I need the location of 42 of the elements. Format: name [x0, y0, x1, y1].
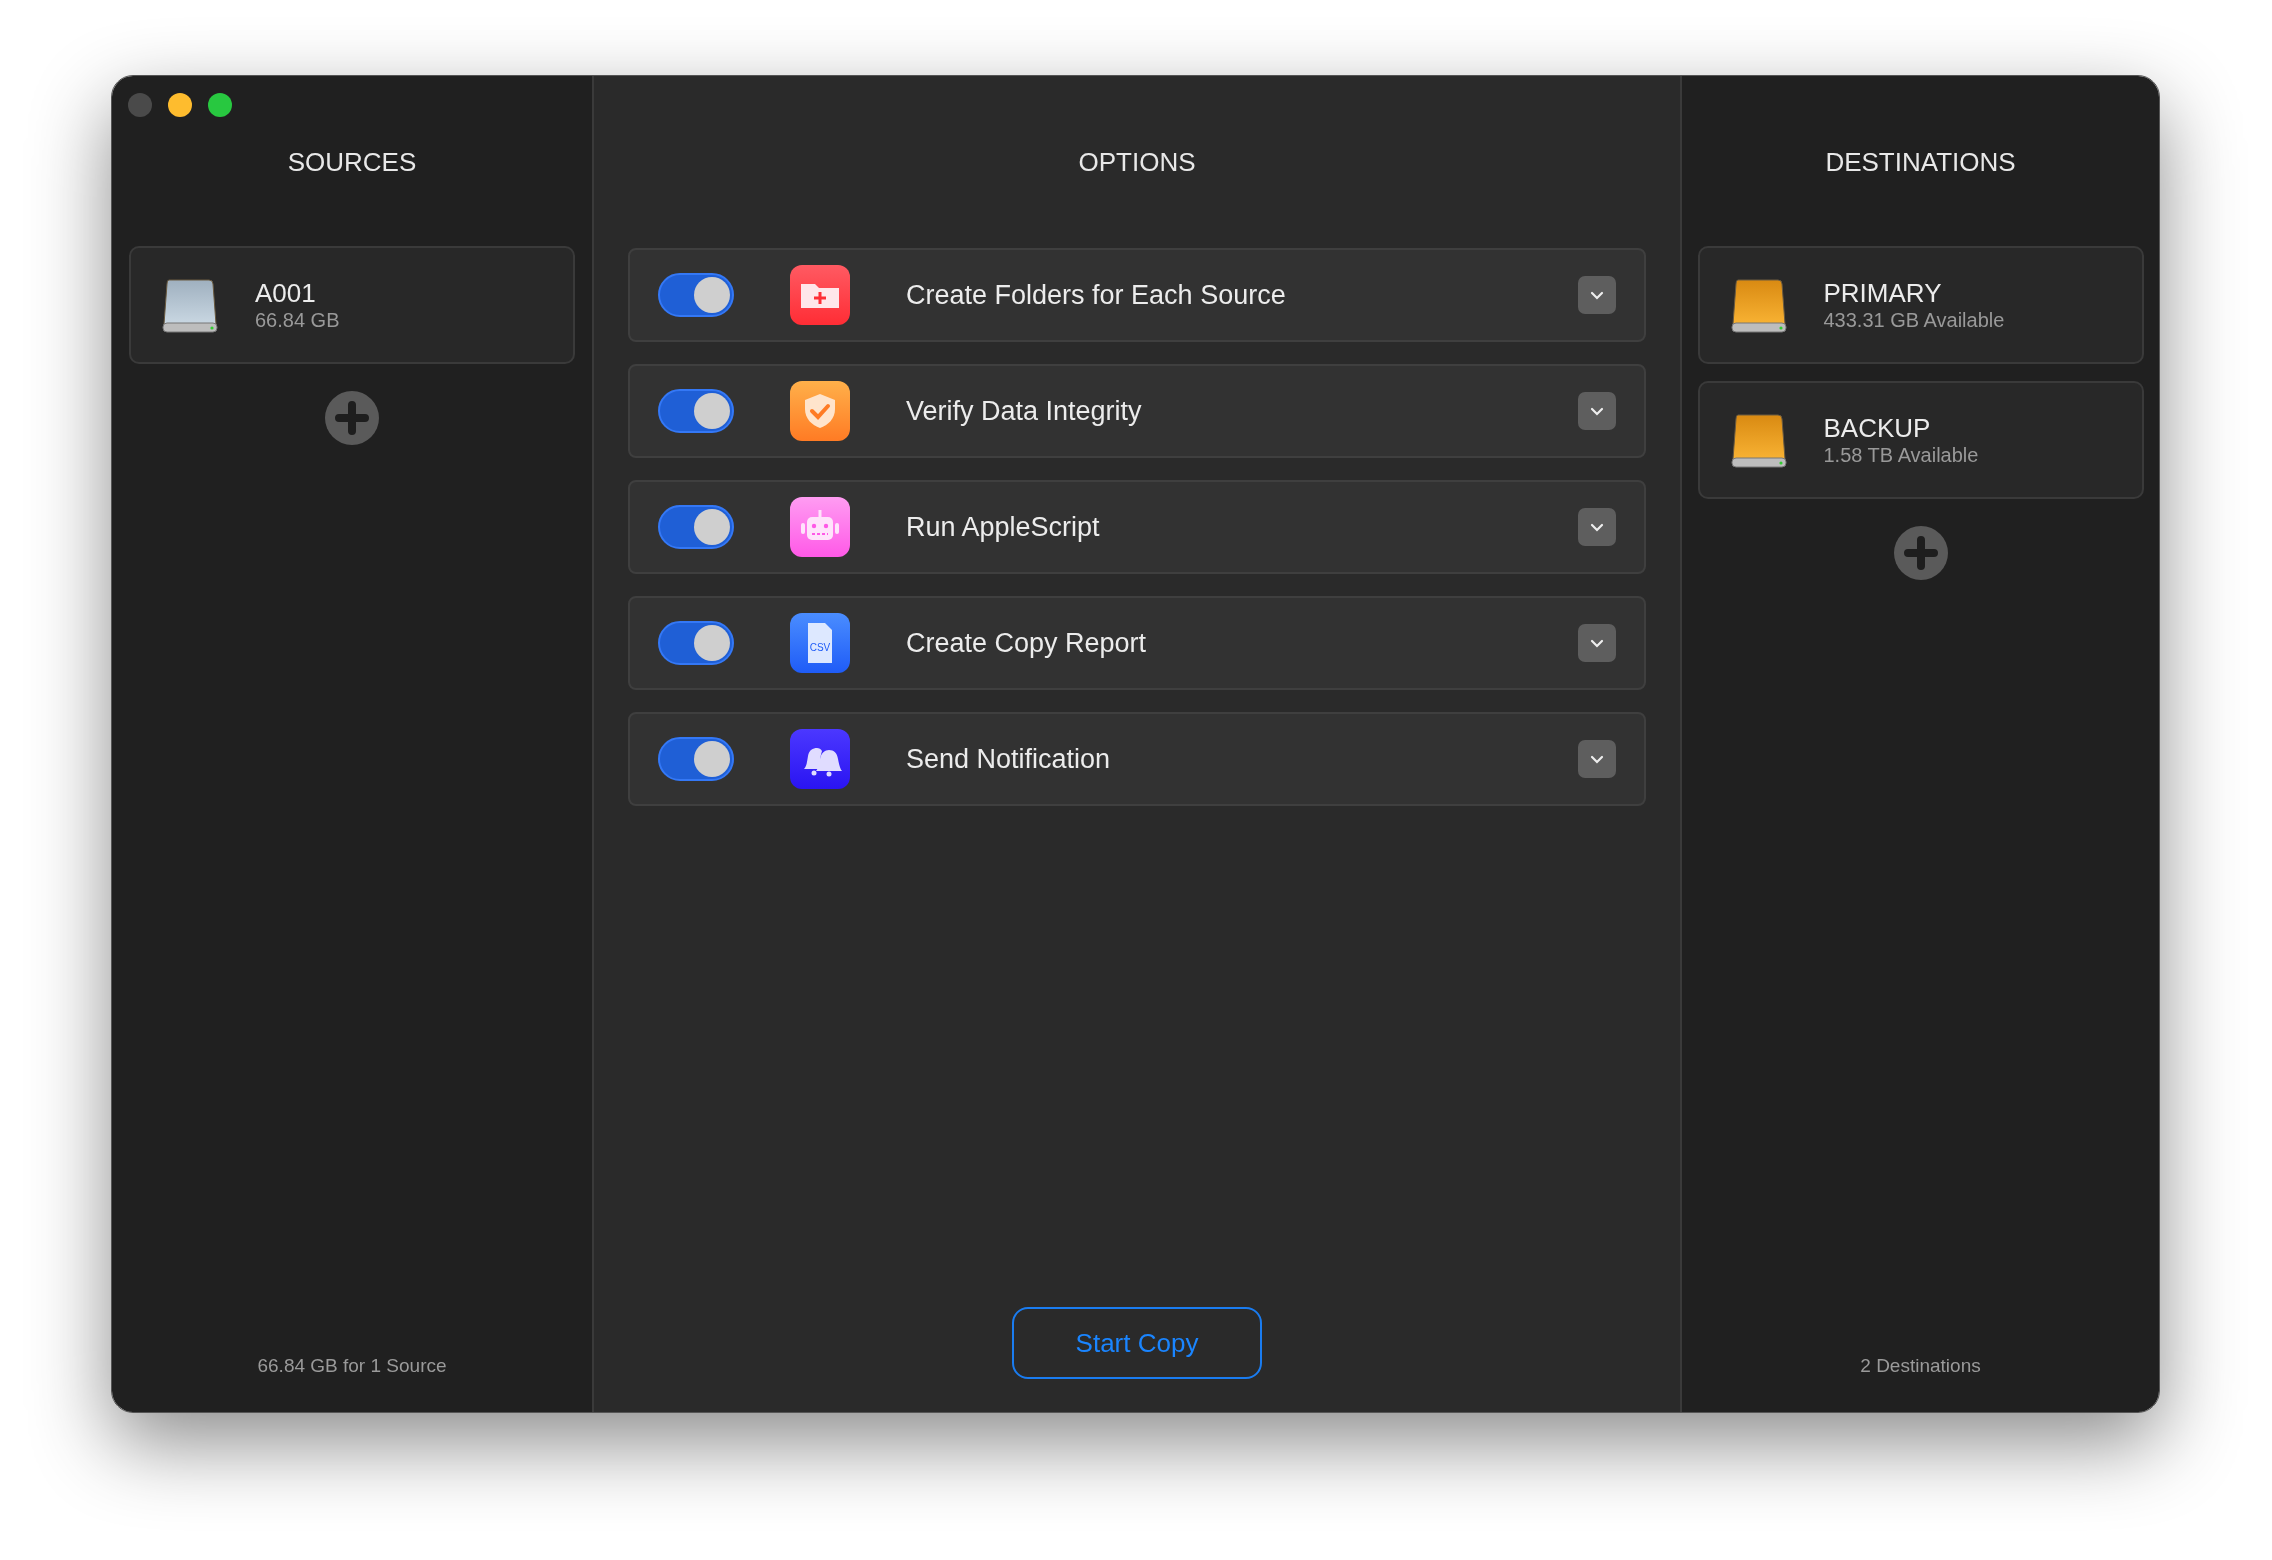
column-heading: DESTINATIONS: [1825, 146, 2016, 178]
add-source-icon[interactable]: [325, 391, 379, 445]
option-label: Verify Data Integrity: [906, 395, 1143, 427]
start-copy-button[interactable]: Start Copy: [1012, 1307, 1262, 1379]
option-label: Create Copy Report: [906, 627, 1148, 659]
option-label: Run AppleScript: [906, 511, 1101, 543]
chevron-icon: [1590, 754, 1604, 764]
column-heading: SOURCES: [287, 146, 417, 178]
drive-card[interactable]: BACKUP 1.58 TB Available: [1697, 381, 2144, 499]
expand-button[interactable]: [1578, 508, 1616, 546]
robot-icon: [790, 497, 850, 557]
drive-size: 66.84 GB: [255, 308, 340, 332]
drive-size: 433.31 GB Available: [1823, 308, 2005, 332]
option-label: Send Notification: [906, 743, 1112, 775]
toggle-switch[interactable]: [658, 389, 734, 433]
option-label: Create Folders for Each Source: [906, 279, 1287, 311]
bells-icon: [790, 729, 850, 789]
toggle-switch[interactable]: [658, 273, 734, 317]
toggle-switch[interactable]: [658, 737, 734, 781]
drive-card[interactable]: A001 66.84 GB: [129, 246, 575, 364]
chevron-icon: [1590, 638, 1604, 648]
drive-name: PRIMARY: [1823, 278, 1943, 308]
expand-button[interactable]: [1578, 740, 1616, 778]
drive-card[interactable]: PRIMARY 433.31 GB Available: [1697, 246, 2144, 364]
summary-text: 66.84 GB for 1 Source: [257, 1354, 447, 1378]
drive-size: 1.58 TB Available: [1823, 443, 1979, 467]
toggle-switch[interactable]: [658, 621, 734, 665]
chevron-icon: [1590, 522, 1604, 532]
chevron-icon: [1590, 290, 1604, 300]
chevron-icon: [1590, 406, 1604, 416]
icon-text: CSV: [809, 642, 831, 653]
shield-icon: [790, 381, 850, 441]
expand-button[interactable]: [1578, 276, 1616, 314]
expand-button[interactable]: [1578, 392, 1616, 430]
column-heading: OPTIONS: [1078, 146, 1196, 178]
expand-button[interactable]: [1578, 624, 1616, 662]
folder-icon: [790, 265, 850, 325]
add-destination-icon[interactable]: [1893, 526, 1948, 580]
drive-name: BACKUP: [1823, 413, 1932, 443]
summary-text: 2 Destinations: [1860, 1354, 1981, 1378]
toggle-switch[interactable]: [658, 505, 734, 549]
drive-name: A001: [255, 278, 317, 308]
